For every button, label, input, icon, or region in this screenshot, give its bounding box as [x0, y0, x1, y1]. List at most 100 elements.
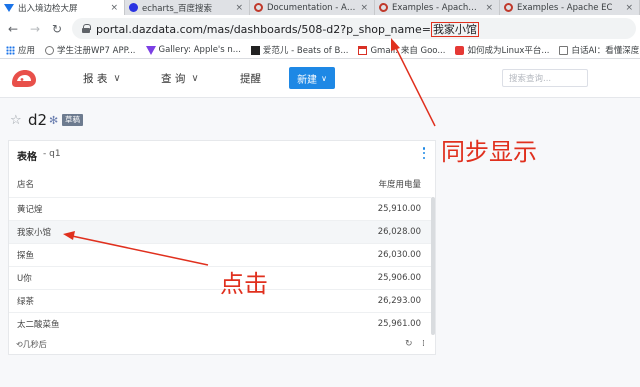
tab-title: echarts_百度搜索: [142, 3, 213, 14]
refresh-time: 几秒后: [22, 340, 47, 349]
baidu-paw-icon: [129, 3, 138, 12]
widget-title: 表格: [17, 152, 37, 163]
bookmark-icon: [559, 45, 569, 55]
red-s-icon: [455, 45, 465, 55]
chevron-down-icon: ∨: [191, 73, 199, 84]
favorite-star-icon[interactable]: ☆: [10, 113, 22, 128]
cell-usage: 25,961.00: [377, 319, 421, 329]
tab-close-icon[interactable]: ×: [110, 3, 118, 13]
cell-usage: 26,028.00: [377, 227, 421, 237]
globe-icon: [45, 45, 55, 55]
menu-queries-label: 查 询: [161, 73, 186, 85]
gear-icon[interactable]: ✻: [49, 114, 58, 127]
tab-favicon-icon: [4, 3, 14, 12]
cell-shop-name[interactable]: 探鱼: [17, 249, 34, 261]
tab-close-icon[interactable]: ×: [485, 3, 493, 13]
url-prefix: portal.dazdata.com/mas/dashboards/508-d2…: [96, 22, 431, 36]
reload-icon[interactable]: ↻: [50, 22, 64, 36]
chevron-down-icon: ∨: [113, 73, 121, 84]
resize-handle-icon[interactable]: ⁞: [422, 339, 425, 349]
cell-shop-name[interactable]: 绿茶: [17, 295, 34, 307]
bookmark-item[interactable]: 爱范儿 - Beats of B...: [250, 44, 349, 56]
apps-grid-icon: [6, 45, 15, 55]
bookmark-label: 如何成为Linux平台...: [467, 46, 550, 56]
tab-title: 出入境边检大屏: [18, 3, 78, 14]
browser-tab[interactable]: echarts_百度搜索 ×: [125, 0, 250, 15]
cell-usage: 26,293.00: [377, 296, 421, 306]
tab-close-icon[interactable]: ×: [235, 3, 243, 13]
column-header-value[interactable]: 年度用电量: [378, 178, 421, 190]
bookmark-label: 白话AI：看懂深度...: [571, 46, 640, 56]
menu-alerts[interactable]: 提醒: [240, 59, 261, 98]
bookmark-item[interactable]: Gallery: Apple's n...: [145, 45, 241, 55]
bookmark-item[interactable]: Gmail: 来自 Goo...: [358, 44, 445, 56]
new-button[interactable]: 新建 ∨: [289, 67, 335, 89]
refresh-status: ⟲几秒后: [16, 339, 47, 350]
browser-tab-strip: 出入境边检大屏 × echarts_百度搜索 × Documentation -…: [0, 0, 640, 15]
cell-shop-name[interactable]: 我家小馆: [17, 226, 51, 238]
new-button-label: 新建: [297, 74, 318, 86]
menu-reports[interactable]: 报 表 ∨: [83, 59, 121, 98]
table-row[interactable]: 探鱼 26,030.00: [9, 243, 431, 266]
bookmark-label: 应用: [18, 46, 36, 56]
browser-tab[interactable]: Examples - Apache EC ×: [375, 0, 500, 15]
search-placeholder: 搜索查询...: [509, 74, 552, 84]
cell-usage: 26,030.00: [377, 250, 421, 260]
table-header: 店名 年度用电量: [9, 173, 431, 195]
dashboard-title: d2: [28, 111, 48, 129]
cell-shop-name[interactable]: 黄记煌: [17, 203, 43, 215]
table-widget: 表格 - q1 店名 年度用电量 黄记煌 25,910.00 我家小馆 26,0…: [8, 140, 436, 355]
url-param-value: 我家小馆: [430, 21, 479, 37]
table-row[interactable]: 太二酸菜鱼 25,961.00: [9, 312, 431, 335]
menu-queries[interactable]: 查 询 ∨: [161, 59, 199, 98]
refresh-icon[interactable]: ↻: [405, 339, 413, 349]
tab-title: Examples - Apache EC: [517, 2, 613, 13]
widget-query-name[interactable]: - q1: [43, 149, 61, 159]
bookmark-label: 学生注册WP7 APP...: [57, 46, 136, 56]
table-row[interactable]: 我家小馆 26,028.00: [9, 220, 431, 243]
search-input[interactable]: 搜索查询...: [502, 69, 588, 87]
refresh-clock-icon: ⟲: [16, 340, 23, 349]
tab-title: Examples - Apache EC: [392, 2, 482, 13]
address-bar-row: ← → ↻ portal.dazdata.com/mas/dashboards/…: [0, 15, 640, 42]
cell-usage: 25,906.00: [377, 273, 421, 283]
gmail-icon: [358, 45, 368, 55]
bookmark-label: Gallery: Apple's n...: [158, 45, 241, 55]
column-header-name[interactable]: 店名: [17, 178, 34, 190]
table-row[interactable]: 黄记煌 25,910.00: [9, 197, 431, 220]
echarts-logo-icon: [504, 3, 513, 12]
bookmark-item[interactable]: 学生注册WP7 APP...: [45, 44, 136, 56]
browser-tab[interactable]: Examples - Apache EC ×: [500, 0, 640, 15]
table-scrollbar[interactable]: [431, 197, 435, 335]
browser-tab[interactable]: 出入境边检大屏 ×: [0, 0, 125, 15]
bookmark-label: 爱范儿 - Beats of B...: [262, 46, 349, 56]
forward-arrow-icon[interactable]: →: [28, 22, 42, 36]
bookmark-label: Gmail: 来自 Goo...: [370, 46, 446, 56]
url-field[interactable]: portal.dazdata.com/mas/dashboards/508-d2…: [72, 18, 636, 39]
purple-v-icon: [145, 45, 156, 55]
menu-reports-label: 报 表: [83, 73, 108, 85]
app-logo-icon[interactable]: [10, 67, 38, 89]
url-text: portal.dazdata.com/mas/dashboards/508-d2…: [96, 21, 479, 37]
tab-title: Documentation - Apac: [267, 2, 357, 13]
browser-tab[interactable]: Documentation - Apac ×: [250, 0, 375, 15]
bookmark-item[interactable]: 如何成为Linux平台...: [455, 44, 549, 56]
chevron-down-icon: ∨: [321, 73, 327, 83]
tab-close-icon[interactable]: ×: [625, 3, 633, 13]
draft-badge: 草稿: [62, 114, 83, 126]
tab-close-icon[interactable]: ×: [360, 3, 368, 13]
bookmark-item[interactable]: 白话AI：看懂深度...: [559, 44, 640, 56]
ifanr-icon: [250, 45, 260, 55]
click-annotation-label: 点击: [220, 270, 268, 298]
sync-annotation-label: 同步显示: [441, 138, 537, 166]
echarts-logo-icon: [379, 3, 388, 12]
echarts-logo-icon: [254, 3, 263, 12]
cell-shop-name[interactable]: 太二酸菜鱼: [17, 318, 60, 330]
bookmarks-bar: 应用 学生注册WP7 APP... Gallery: Apple's n... …: [0, 42, 640, 59]
back-arrow-icon[interactable]: ←: [6, 22, 20, 36]
lock-icon: [82, 24, 91, 33]
bookmark-item[interactable]: 应用: [6, 44, 35, 56]
cell-shop-name[interactable]: U你: [17, 272, 32, 284]
menu-alerts-label: 提醒: [240, 73, 261, 85]
widget-menu-icon[interactable]: [421, 146, 427, 160]
